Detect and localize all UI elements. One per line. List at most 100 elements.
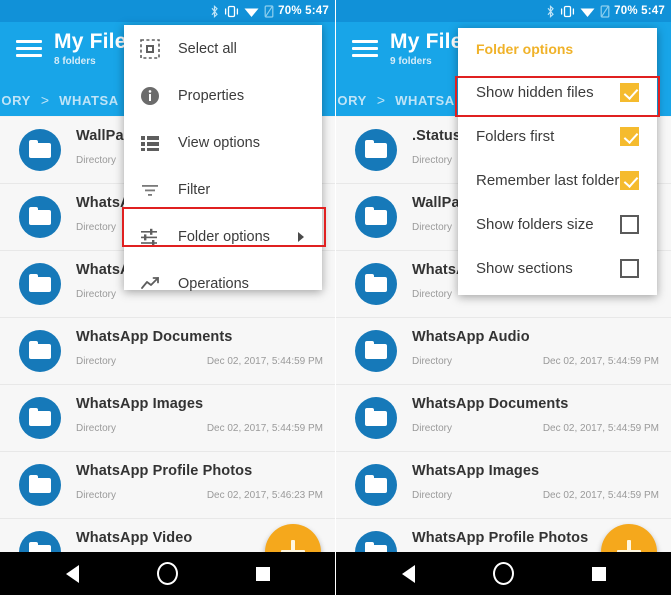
checkbox-item-show-sections[interactable]: Show sections bbox=[458, 246, 657, 290]
file-name: WhatsApp Documents bbox=[76, 329, 233, 345]
battery-icon bbox=[264, 4, 274, 18]
screenshot-root: 70% 5:47 My Files 8 folders MORY > WHATS… bbox=[0, 0, 671, 595]
folder-icon bbox=[19, 464, 61, 506]
menu-item-operations[interactable]: Operations bbox=[124, 260, 322, 307]
filter-icon bbox=[140, 180, 160, 200]
table-row[interactable]: WhatsApp Documents Directory Dec 02, 201… bbox=[336, 385, 671, 452]
left-phone-panel: 70% 5:47 My Files 8 folders MORY > WHATS… bbox=[0, 0, 335, 595]
file-meta: Directory bbox=[412, 423, 453, 434]
hamburger-icon[interactable] bbox=[16, 40, 42, 58]
checkbox-checked-icon[interactable] bbox=[620, 126, 639, 146]
status-bar: 70% 5:47 bbox=[0, 0, 335, 22]
right-phone-panel: 70% 5:47 My Files 9 folders MORY > WHATS… bbox=[336, 0, 671, 595]
select-all-icon bbox=[140, 38, 160, 59]
table-row[interactable]: WhatsApp Profile Photos Directory Dec 02… bbox=[0, 452, 335, 519]
checkbox-label: Show folders size bbox=[476, 215, 594, 233]
breadcrumb-item-memory[interactable]: MORY bbox=[0, 93, 31, 108]
status-bar-icons bbox=[546, 4, 610, 18]
folder-icon bbox=[19, 397, 61, 439]
checkbox-item-show-hidden-files[interactable]: Show hidden files bbox=[458, 70, 657, 114]
home-icon[interactable] bbox=[492, 562, 514, 585]
menu-item-label: Filter bbox=[178, 181, 211, 198]
folder-icon bbox=[19, 196, 61, 238]
folder-icon bbox=[19, 263, 61, 305]
checkbox-item-folders-first[interactable]: Folders first bbox=[458, 114, 657, 158]
folder-options-header-label: Folder options bbox=[476, 41, 574, 57]
checkbox-unchecked-icon[interactable] bbox=[620, 258, 639, 278]
list-view-icon bbox=[140, 133, 160, 153]
trending-up-icon bbox=[140, 274, 160, 294]
recents-icon[interactable] bbox=[591, 566, 606, 581]
breadcrumb-separator: > bbox=[376, 92, 386, 108]
file-meta: Directory bbox=[412, 490, 453, 501]
file-date: Dec 02, 2017, 5:44:59 PM bbox=[206, 356, 323, 367]
menu-item-filter[interactable]: Filter bbox=[124, 166, 322, 213]
checkbox-label: Folders first bbox=[476, 127, 555, 145]
menu-item-properties[interactable]: Properties bbox=[124, 72, 322, 119]
checkbox-label: Remember last folder bbox=[476, 171, 620, 189]
wifi-icon bbox=[580, 8, 595, 17]
panel-divider bbox=[335, 0, 336, 595]
file-meta: Directory bbox=[76, 490, 117, 501]
file-name: WhatsApp Profile Photos bbox=[76, 463, 253, 479]
file-name: WhatsApp Audio bbox=[412, 329, 530, 345]
hamburger-icon[interactable] bbox=[352, 40, 378, 58]
right-nav-bar bbox=[336, 552, 671, 595]
breadcrumb-item-whatsapp[interactable]: WHATSA bbox=[59, 93, 119, 108]
file-meta: Directory bbox=[76, 289, 117, 300]
file-meta: Directory bbox=[76, 155, 117, 166]
checkbox-checked-icon[interactable] bbox=[620, 82, 639, 102]
file-name: WallPa bbox=[412, 195, 460, 211]
vibrate-icon bbox=[225, 5, 239, 17]
menu-item-label: Select all bbox=[178, 40, 237, 57]
back-icon[interactable] bbox=[401, 564, 415, 583]
battery-time-text: 70% 5:47 bbox=[278, 5, 329, 17]
bluetooth-icon bbox=[547, 4, 554, 18]
breadcrumb-item-memory[interactable]: MORY bbox=[336, 93, 367, 108]
home-icon[interactable] bbox=[156, 562, 178, 585]
recents-icon[interactable] bbox=[255, 566, 270, 581]
menu-item-label: Properties bbox=[178, 87, 245, 104]
menu-item-select-all[interactable]: Select all bbox=[124, 25, 322, 72]
checkbox-item-remember-last-folder[interactable]: Remember last folder bbox=[458, 158, 657, 202]
file-name: WhatsApp Images bbox=[76, 396, 204, 412]
file-date: Dec 02, 2017, 5:44:59 PM bbox=[542, 423, 659, 434]
menu-item-view-options[interactable]: View options bbox=[124, 119, 322, 166]
chevron-right-icon bbox=[298, 231, 304, 242]
folder-icon bbox=[355, 464, 397, 506]
table-row[interactable]: WhatsApp Audio Directory Dec 02, 2017, 5… bbox=[336, 318, 671, 385]
breadcrumb-item-whatsapp[interactable]: WHATSA bbox=[395, 93, 455, 108]
folder-icon bbox=[355, 397, 397, 439]
folder-icon bbox=[19, 330, 61, 372]
battery-time-text: 70% 5:47 bbox=[614, 5, 665, 17]
menu-item-label: Folder options bbox=[178, 228, 270, 245]
table-row[interactable]: WhatsApp Images Directory Dec 02, 2017, … bbox=[0, 385, 335, 452]
file-meta: Directory bbox=[412, 289, 453, 300]
file-date: Dec 02, 2017, 5:44:59 PM bbox=[542, 356, 659, 367]
back-icon[interactable] bbox=[65, 564, 79, 583]
left-nav-bar bbox=[0, 552, 335, 595]
status-bar: 70% 5:47 bbox=[336, 0, 671, 22]
table-row[interactable]: WhatsApp Images Directory Dec 02, 2017, … bbox=[336, 452, 671, 519]
folder-icon bbox=[355, 531, 397, 552]
file-meta: Directory bbox=[76, 423, 117, 434]
status-bar-icons bbox=[210, 4, 274, 18]
file-name: WhatsApp Profile Photos bbox=[412, 530, 589, 546]
menu-item-folder-options[interactable]: Folder options bbox=[124, 213, 322, 260]
folder-options-header: Folder options bbox=[458, 28, 657, 70]
table-row[interactable]: WhatsApp Documents Directory Dec 02, 201… bbox=[0, 318, 335, 385]
info-icon bbox=[140, 86, 160, 106]
folder-icon bbox=[355, 196, 397, 238]
checkbox-checked-icon[interactable] bbox=[620, 170, 639, 190]
checkbox-unchecked-icon[interactable] bbox=[620, 214, 639, 234]
checkbox-item-show-folders-size[interactable]: Show folders size bbox=[458, 202, 657, 246]
folder-options-menu[interactable]: Folder options Show hidden files Folders… bbox=[458, 28, 657, 295]
folder-icon bbox=[355, 263, 397, 305]
folder-icon bbox=[19, 129, 61, 171]
checkbox-label: Show hidden files bbox=[476, 83, 594, 101]
file-meta: Directory bbox=[412, 222, 453, 233]
file-date: Dec 02, 2017, 5:44:59 PM bbox=[206, 423, 323, 434]
folder-icon bbox=[355, 129, 397, 171]
file-meta: Directory bbox=[412, 155, 453, 166]
overflow-menu[interactable]: Select all Properties View options Filte… bbox=[124, 25, 322, 292]
